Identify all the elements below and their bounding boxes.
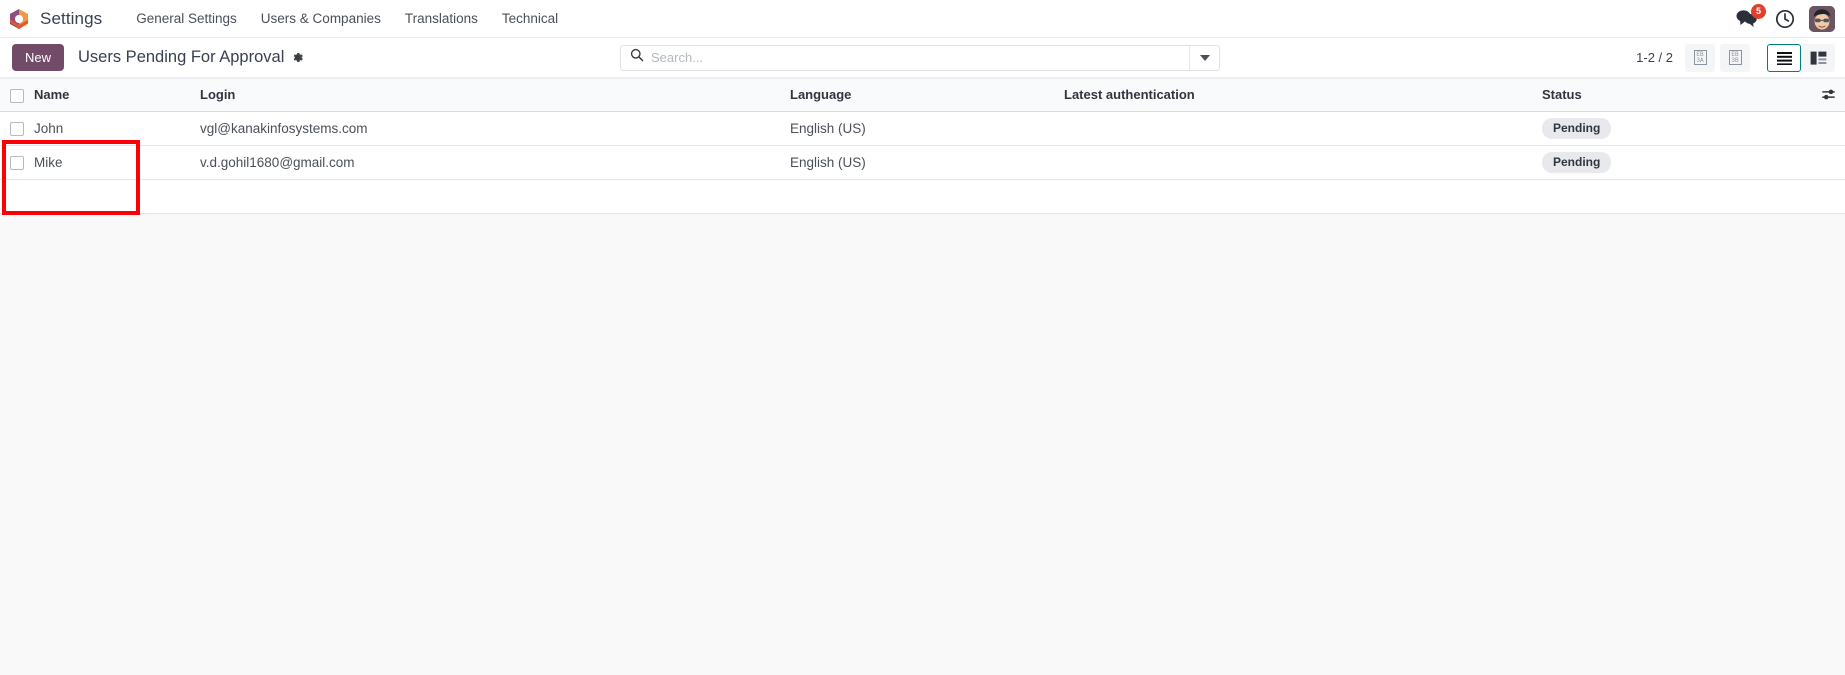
table-row[interactable]: John vgl@kanakinfosystems.com English (U… [0,111,1845,146]
chevron-left-icon: EB 3A [1693,50,1707,65]
cell-language[interactable]: English (US) [790,111,1064,146]
table-body: John vgl@kanakinfosystems.com English (U… [0,111,1845,214]
nav-menu: General Settings Users & Companies Trans… [124,2,570,35]
search-bar [620,44,1220,71]
th-login[interactable]: Login [200,78,790,112]
table-header: Name Login Language Latest authenticatio… [0,78,1845,112]
cell-login[interactable]: v.d.gohil1680@gmail.com [200,145,790,180]
select-all-checkbox[interactable] [10,88,24,103]
row-select-cell [0,145,34,180]
th-language[interactable]: Language [790,78,1064,112]
control-panel-right: 1-2 / 2 EB 3A EB 3B [1636,43,1835,72]
avatar[interactable] [1809,6,1835,32]
page-title: Users Pending For Approval [78,48,285,66]
search-icon [630,48,644,67]
cell-status[interactable]: Pending [1542,145,1788,180]
view-switcher [1767,43,1835,72]
chevron-down-icon [1199,54,1210,61]
filler-cell [0,179,1845,214]
users-table: Name Login Language Latest authenticatio… [0,78,1845,214]
row-checkbox[interactable] [10,155,24,170]
pager-previous-button[interactable]: EB 3A [1685,43,1715,72]
kanban-icon [1810,51,1826,65]
odoo-hexagon-logo[interactable] [6,6,32,32]
search-dropdown-toggle[interactable] [1189,45,1219,70]
th-name[interactable]: Name [34,78,200,112]
th-latest-authentication[interactable]: Latest authentication [1064,78,1542,112]
list-view-button[interactable] [1767,43,1801,72]
clock-icon[interactable] [1775,9,1795,29]
nav-item-users-and-companies[interactable]: Users & Companies [249,2,393,35]
top-navbar: Settings General Settings Users & Compan… [0,0,1845,38]
cell-name[interactable]: Mike [34,145,200,180]
nav-item-general-settings[interactable]: General Settings [124,2,249,35]
pager-counter: 1-2 / 2 [1636,50,1673,65]
list-view: Name Login Language Latest authenticatio… [0,78,1845,214]
cell-spacer [1788,145,1845,180]
messages-count-badge: 5 [1751,4,1766,19]
nav-item-translations[interactable]: Translations [393,2,490,35]
row-checkbox[interactable] [10,121,24,136]
cell-login[interactable]: vgl@kanakinfosystems.com [200,111,790,146]
th-select-all [0,78,34,112]
sliders-icon[interactable] [1788,87,1845,102]
nav-item-technical[interactable]: Technical [490,2,570,35]
table-filler-row [0,179,1845,214]
kanban-view-button[interactable] [1801,43,1835,72]
search-input[interactable] [651,50,1183,65]
page-root: Settings General Settings Users & Compan… [0,0,1845,675]
messages-icon[interactable]: 5 [1735,4,1766,30]
control-panel: New Users Pending For Approval Search...… [0,38,1845,78]
app-name[interactable]: Settings [40,9,102,29]
cell-name[interactable]: John [34,111,200,146]
cell-status[interactable]: Pending [1542,111,1788,146]
cell-latest-authentication[interactable] [1064,111,1542,146]
row-select-cell [0,111,34,146]
table-row[interactable]: Mike v.d.gohil1680@gmail.com English (US… [0,145,1845,180]
pager-next-button[interactable]: EB 3B [1720,43,1750,72]
list-icon [1776,51,1792,65]
th-status[interactable]: Status [1542,78,1788,112]
table-header-row: Name Login Language Latest authenticatio… [0,78,1845,112]
chevron-right-icon: EB 3B [1728,50,1742,65]
cell-spacer [1788,111,1845,146]
th-optional-columns [1788,78,1845,112]
status-badge: Pending [1542,151,1612,173]
status-badge: Pending [1542,117,1612,139]
cell-latest-authentication[interactable] [1064,145,1542,180]
search-input-wrapper[interactable] [621,46,1189,70]
navbar-right-tools: 5 [1735,0,1835,38]
gear-icon[interactable] [291,51,304,64]
cell-language[interactable]: English (US) [790,145,1064,180]
new-button[interactable]: New [12,43,65,72]
